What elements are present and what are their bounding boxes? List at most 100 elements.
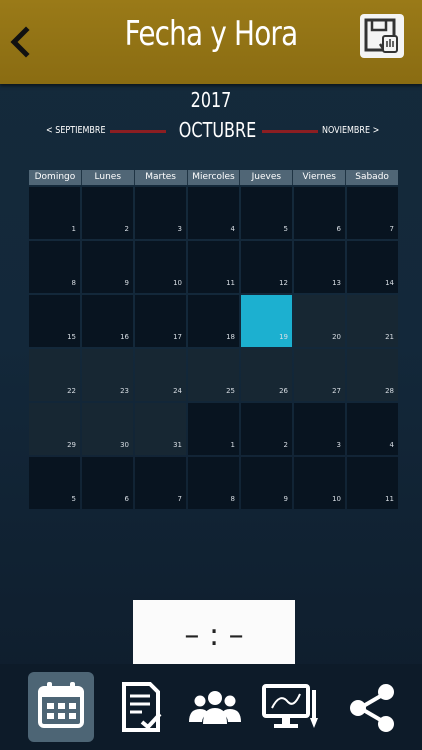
day-number: 16 [120, 333, 129, 341]
day-cell[interactable]: 8 [29, 241, 80, 293]
day-cell[interactable]: 3 [135, 187, 186, 239]
day-number: 31 [173, 441, 182, 449]
group-icon [189, 691, 241, 724]
day-number: 27 [332, 387, 341, 395]
day-number: 6 [336, 225, 341, 233]
day-cell[interactable]: 13 [294, 241, 345, 293]
day-number: 19 [279, 333, 288, 341]
day-number: 11 [226, 279, 235, 287]
weekday-label: Viernes [293, 170, 347, 185]
day-number: 10 [332, 495, 341, 503]
day-cell[interactable]: 30 [82, 403, 133, 455]
day-cell[interactable]: 3 [294, 403, 345, 455]
day-cell[interactable]: 17 [135, 295, 186, 347]
save-icon [364, 18, 398, 53]
day-cell[interactable]: 5 [29, 457, 80, 509]
day-number: 15 [67, 333, 76, 341]
day-cell[interactable]: 27 [294, 349, 345, 401]
day-cell[interactable]: 24 [135, 349, 186, 401]
nav-checklist[interactable] [108, 672, 174, 742]
nav-monitor[interactable] [258, 672, 324, 742]
day-cell[interactable]: 2 [82, 187, 133, 239]
day-cell[interactable]: 20 [294, 295, 345, 347]
day-cell[interactable]: 7 [135, 457, 186, 509]
day-cell[interactable]: 4 [347, 403, 398, 455]
weekday-label: Martes [135, 170, 188, 185]
day-number: 29 [67, 441, 76, 449]
day-cell[interactable]: 16 [82, 295, 133, 347]
day-cell[interactable]: 6 [294, 187, 345, 239]
next-month-button[interactable]: NOVIEMBRE > [322, 125, 379, 136]
day-number: 3 [177, 225, 182, 233]
day-number: 14 [385, 279, 394, 287]
back-button[interactable] [8, 22, 38, 62]
day-number: 22 [67, 387, 76, 395]
day-number: 25 [226, 387, 235, 395]
day-number: 26 [279, 387, 288, 395]
day-cell[interactable]: 29 [29, 403, 80, 455]
day-number: 6 [124, 495, 129, 503]
day-cell[interactable]: 25 [188, 349, 239, 401]
weekday-label: Miercoles [188, 170, 241, 185]
day-cell-selected[interactable]: 19 [241, 295, 292, 347]
day-cell[interactable]: 2 [241, 403, 292, 455]
day-number: 5 [71, 495, 76, 503]
nav-calendar[interactable] [28, 672, 94, 742]
day-number: 3 [336, 441, 341, 449]
day-number: 24 [173, 387, 182, 395]
day-cell[interactable]: 7 [347, 187, 398, 239]
day-cell[interactable]: 12 [241, 241, 292, 293]
day-cell[interactable]: 22 [29, 349, 80, 401]
day-number: 23 [120, 387, 129, 395]
day-cell[interactable]: 5 [241, 187, 292, 239]
day-cell[interactable]: 15 [29, 295, 80, 347]
day-cell[interactable]: 11 [347, 457, 398, 509]
calendar-icon [38, 682, 84, 728]
day-number: 5 [283, 225, 288, 233]
day-grid: 1 2 3 4 5 6 7 8 9 10 11 12 13 14 15 16 17 18 19 20 21 22 23 24 2… [29, 187, 398, 509]
monitor-icon [262, 684, 318, 728]
day-cell[interactable]: 10 [135, 241, 186, 293]
day-number: 1 [71, 225, 76, 233]
app-header: Fecha y Hora [0, 0, 422, 84]
day-cell[interactable]: 21 [347, 295, 398, 347]
day-number: 20 [332, 333, 341, 341]
day-number: 30 [120, 441, 129, 449]
day-cell[interactable]: 28 [347, 349, 398, 401]
day-cell[interactable]: 9 [82, 241, 133, 293]
day-number: 7 [177, 495, 182, 503]
calendar: Domingo Lunes Martes Miercoles Jueves Vi… [29, 170, 398, 509]
page-title: Fecha y Hora [124, 14, 299, 54]
day-cell[interactable]: 26 [241, 349, 292, 401]
time-picker[interactable]: – : – [133, 600, 295, 666]
day-number: 21 [385, 333, 394, 341]
nav-group[interactable] [182, 672, 248, 742]
day-cell[interactable]: 14 [347, 241, 398, 293]
day-number: 12 [279, 279, 288, 287]
day-cell[interactable]: 1 [188, 403, 239, 455]
previous-month-button[interactable]: < SEPTIEMBRE [46, 125, 106, 136]
day-cell[interactable]: 4 [188, 187, 239, 239]
day-number: 2 [124, 225, 129, 233]
weekday-label: Sabado [355, 172, 389, 182]
day-number: 10 [173, 279, 182, 287]
day-cell[interactable]: 6 [82, 457, 133, 509]
month-navigation: < SEPTIEMBRE OCTUBRE NOVIEMBRE > [0, 118, 422, 144]
year-label: 2017 [190, 88, 232, 112]
day-cell[interactable]: 23 [82, 349, 133, 401]
day-cell[interactable]: 8 [188, 457, 239, 509]
day-cell[interactable]: 11 [188, 241, 239, 293]
day-cell[interactable]: 1 [29, 187, 80, 239]
day-cell[interactable]: 18 [188, 295, 239, 347]
day-number: 7 [389, 225, 394, 233]
day-cell[interactable]: 9 [241, 457, 292, 509]
nav-share[interactable] [340, 672, 406, 742]
day-number: 11 [385, 495, 394, 503]
save-button[interactable] [360, 14, 404, 58]
day-cell[interactable]: 10 [294, 457, 345, 509]
weekday-label: Domingo [29, 170, 82, 185]
day-number: 2 [283, 441, 288, 449]
day-cell[interactable]: 31 [135, 403, 186, 455]
day-number: 8 [71, 279, 76, 287]
day-number: 4 [230, 225, 235, 233]
